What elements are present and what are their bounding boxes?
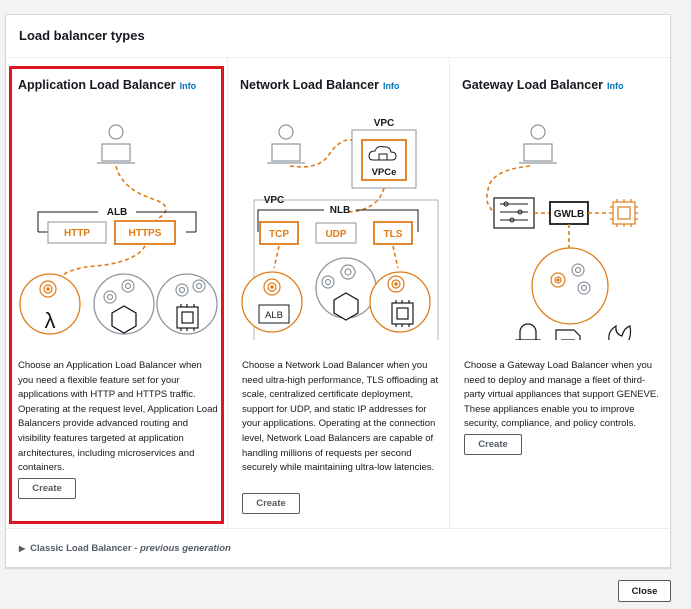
card-title-text: Gateway Load Balancer <box>462 78 604 92</box>
classic-load-balancer-expander[interactable]: ▶ Classic Load Balancer - previous genera… <box>6 528 670 568</box>
info-link[interactable]: Info <box>383 81 400 91</box>
user-icon <box>267 124 305 164</box>
create-nlb-button[interactable]: Create <box>242 493 300 514</box>
info-link[interactable]: Info <box>607 81 624 91</box>
svg-text:UDP: UDP <box>325 229 346 240</box>
svg-text:VPC: VPC <box>264 195 285 206</box>
card-description: Choose a Gateway Load Balancer when you … <box>464 360 659 430</box>
card-title: Network Load Balancer Info <box>240 78 399 92</box>
caret-right-icon: ▶ <box>19 544 26 553</box>
close-button[interactable]: Close <box>618 580 671 602</box>
checklist-icon <box>555 329 581 340</box>
card-list: Application Load Balancer Info ALB HTTP … <box>6 58 670 528</box>
card-gateway-load-balancer[interactable]: Gateway Load Balancer Info GWLB Choose a… <box>449 58 670 528</box>
svg-text:ALB: ALB <box>265 310 283 321</box>
load-balancer-types-panel: Load balancer types Application Load Bal… <box>5 14 671 568</box>
card-title: Gateway Load Balancer Info <box>462 78 624 92</box>
appliance-target-circle <box>531 247 609 325</box>
classic-sub-label: previous generation <box>140 543 231 554</box>
create-gwlb-button[interactable]: Create <box>464 434 522 455</box>
router-icon <box>493 197 535 229</box>
gwlb-diagram: GWLB <box>486 124 638 340</box>
panel-title: Load balancer types <box>6 15 670 58</box>
nlb-diagram: VPC VPCe VPC NLB TCP UDP TLS ALB <box>241 118 439 340</box>
card-description: Choose a Network Load Balancer when you … <box>242 360 439 474</box>
chip-icon <box>610 199 638 227</box>
svg-text:NLB: NLB <box>330 205 351 216</box>
card-network-load-balancer[interactable]: Network Load Balancer Info VPC VPCe VPC … <box>227 58 449 528</box>
lock-icon <box>515 323 541 340</box>
card-application-load-balancer[interactable]: Application Load Balancer Info ALB HTTP … <box>6 58 227 528</box>
classic-separator: - <box>131 543 140 554</box>
firewall-icon <box>608 324 632 340</box>
svg-text:TCP: TCP <box>269 229 289 240</box>
classic-label: Classic Load Balancer <box>30 543 132 554</box>
svg-text:TLS: TLS <box>384 229 403 240</box>
user-icon <box>519 124 557 164</box>
svg-text:GWLB: GWLB <box>554 209 585 220</box>
selected-highlight <box>9 66 224 524</box>
card-title-text: Network Load Balancer <box>240 78 379 92</box>
svg-text:VPCe: VPCe <box>372 167 397 178</box>
svg-text:VPC: VPC <box>374 118 395 129</box>
